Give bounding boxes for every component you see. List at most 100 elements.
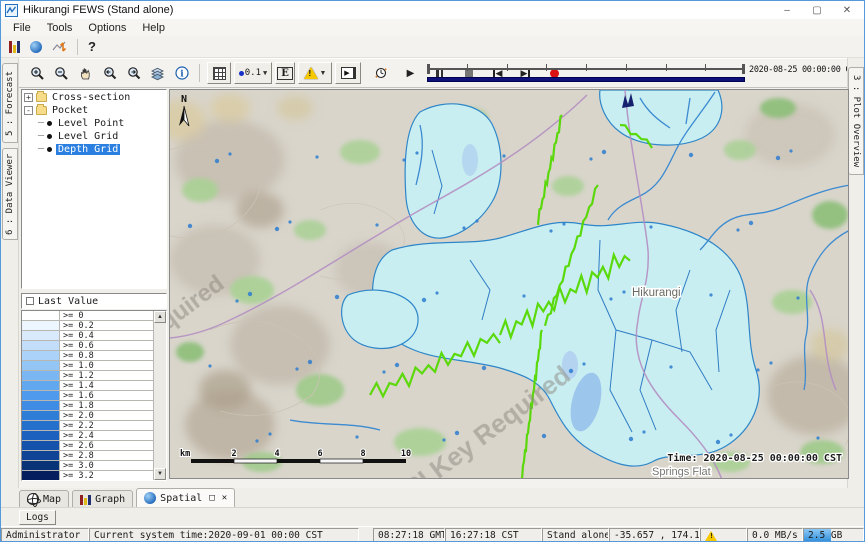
logs-button[interactable]: Logs xyxy=(19,510,56,525)
thresholds-dropdown[interactable]: !▼ xyxy=(298,62,332,84)
toolbar-separator xyxy=(199,64,200,82)
scroll-up-icon[interactable]: ▲ xyxy=(154,311,166,323)
warning-icon: ! xyxy=(705,531,717,541)
tree-item-label[interactable]: Level Point xyxy=(56,118,126,129)
minimize-button[interactable]: – xyxy=(772,1,802,19)
spatial-display-icon[interactable] xyxy=(30,41,42,53)
svg-text:i: i xyxy=(180,69,184,79)
zoom-out-icon[interactable] xyxy=(51,62,72,84)
time-tick xyxy=(626,64,627,71)
map-time-overlay: Time: 2020-08-25 00:00:00 CST xyxy=(667,452,842,464)
tree-item-depth-grid[interactable]: ─ Depth Grid xyxy=(22,143,166,155)
tree-item-cross-section[interactable]: + Cross-section xyxy=(22,91,166,103)
legend-row: >= 1.6 xyxy=(22,391,154,401)
animation-timer-icon[interactable] xyxy=(370,62,391,84)
contour-interval-dropdown[interactable]: 0.1▼ xyxy=(234,62,272,84)
legend-label: >= 3.2 xyxy=(60,471,154,480)
time-tick xyxy=(507,64,508,71)
tab-spatial[interactable]: Spatial □ ✕ xyxy=(136,488,235,507)
tab-data-viewer[interactable]: 6 : Data Viewer xyxy=(2,148,18,240)
legend-label: >= 2.8 xyxy=(60,451,154,460)
svg-text:km: km xyxy=(180,449,190,459)
display-tab-bar: Map Graph Spatial □ ✕ xyxy=(1,488,864,507)
legend-swatch xyxy=(22,361,60,370)
tree-item-label-selected[interactable]: Depth Grid xyxy=(56,144,120,155)
tree-item-level-point[interactable]: ─ Level Point xyxy=(22,117,166,129)
time-tick xyxy=(546,64,547,71)
time-tick xyxy=(467,64,468,71)
layer-bullet-icon xyxy=(47,121,52,126)
data-editor-icon[interactable] xyxy=(52,40,67,54)
scroll-down-icon[interactable]: ▼ xyxy=(154,468,166,480)
legend-swatch xyxy=(22,451,60,460)
legend-row: >= 3.0 xyxy=(22,461,154,471)
last-value-checkbox[interactable] xyxy=(26,297,34,305)
globe-icon xyxy=(144,492,156,504)
current-map-datetime: 2020-08-25 00:00:00 CST xyxy=(749,65,860,75)
zoom-next-icon[interactable] xyxy=(123,62,144,84)
tree-item-label[interactable]: Level Grid xyxy=(56,131,120,142)
expand-icon[interactable]: + xyxy=(24,93,33,102)
tab-maximize-icon[interactable]: □ xyxy=(209,493,214,503)
zoom-in-icon[interactable] xyxy=(27,62,48,84)
status-download-rate: 0.0 MB/s xyxy=(747,528,803,542)
tree-item-label[interactable]: Cross-section xyxy=(50,92,132,103)
time-span-bar[interactable] xyxy=(427,77,745,82)
legend-label: >= 2.6 xyxy=(60,441,154,450)
legend-swatch xyxy=(22,441,60,450)
tab-graph[interactable]: Graph xyxy=(72,490,133,507)
legend-label: >= 0.2 xyxy=(60,321,154,330)
timeseries-display-icon[interactable] xyxy=(9,40,20,53)
grid-display-icon[interactable] xyxy=(207,62,231,84)
info-icon[interactable]: i xyxy=(171,62,192,84)
pan-hand-icon[interactable] xyxy=(75,62,96,84)
play-button[interactable]: ▶ xyxy=(400,62,421,84)
maximize-button[interactable]: ▢ xyxy=(802,1,832,19)
time-slider[interactable] xyxy=(427,60,745,86)
legend-swatch xyxy=(22,401,60,410)
tab-close-icon[interactable]: ✕ xyxy=(222,493,227,503)
legend-row: >= 0.6 xyxy=(22,341,154,351)
time-slider-end-handle[interactable] xyxy=(742,64,745,74)
legend-swatch xyxy=(22,421,60,430)
zoom-previous-icon[interactable] xyxy=(99,62,120,84)
legend-label: >= 2.4 xyxy=(60,431,154,440)
title-bar: Hikurangi FEWS (Stand alone) – ▢ ✕ xyxy=(1,1,864,19)
collapse-icon[interactable]: - xyxy=(24,106,33,115)
close-button[interactable]: ✕ xyxy=(832,1,862,19)
menu-help[interactable]: Help xyxy=(134,22,173,34)
tab-plot-overview[interactable]: 3 : Plot Overview xyxy=(848,67,864,175)
time-slider-start-handle[interactable] xyxy=(427,64,430,74)
classification-legend-button[interactable]: E xyxy=(275,62,295,84)
tree-item-pocket[interactable]: - Pocket xyxy=(22,104,166,116)
animation-movie-button[interactable]: ▶ xyxy=(335,62,361,84)
legend-row: >= 2.8 xyxy=(22,451,154,461)
legend-swatch xyxy=(22,411,60,420)
menu-options[interactable]: Options xyxy=(80,22,134,34)
depth-legend: >= 0 >= 0.2 >= 0.4 >= 0.6 >= 0.8 >= 1.0 … xyxy=(21,310,167,481)
svg-text:N: N xyxy=(181,94,187,105)
legend-label: >= 1.2 xyxy=(60,371,154,380)
legend-row: >= 0 xyxy=(22,311,154,321)
spatial-map-view[interactable]: N Hikurangi Springs Flat API Key Require… xyxy=(169,89,849,479)
legend-label: >= 1.0 xyxy=(60,361,154,370)
help-button[interactable]: ? xyxy=(88,39,96,54)
tree-item-label[interactable]: Pocket xyxy=(50,105,90,116)
status-memory[interactable]: 2.5 GB xyxy=(803,528,864,542)
legend-swatch xyxy=(22,311,60,320)
layers-icon[interactable] xyxy=(147,62,168,84)
tab-map[interactable]: Map xyxy=(19,490,69,507)
tree-branch: ─ xyxy=(38,144,44,155)
menu-tools[interactable]: Tools xyxy=(39,22,81,34)
globe-icon xyxy=(27,493,39,505)
window-title: Hikurangi FEWS (Stand alone) xyxy=(23,4,173,16)
tree-branch: ─ xyxy=(38,118,44,129)
menu-file[interactable]: File xyxy=(5,22,39,34)
folder-icon xyxy=(36,106,47,115)
status-warning[interactable]: ! xyxy=(700,528,747,542)
legend-scrollbar[interactable]: ▲ ▼ xyxy=(153,311,166,480)
tree-item-level-grid[interactable]: ─ Level Grid xyxy=(22,130,166,142)
tab-forecast[interactable]: 5 : Forecast xyxy=(2,63,18,143)
legend-label: >= 2.2 xyxy=(60,421,154,430)
legend-swatch xyxy=(22,331,60,340)
